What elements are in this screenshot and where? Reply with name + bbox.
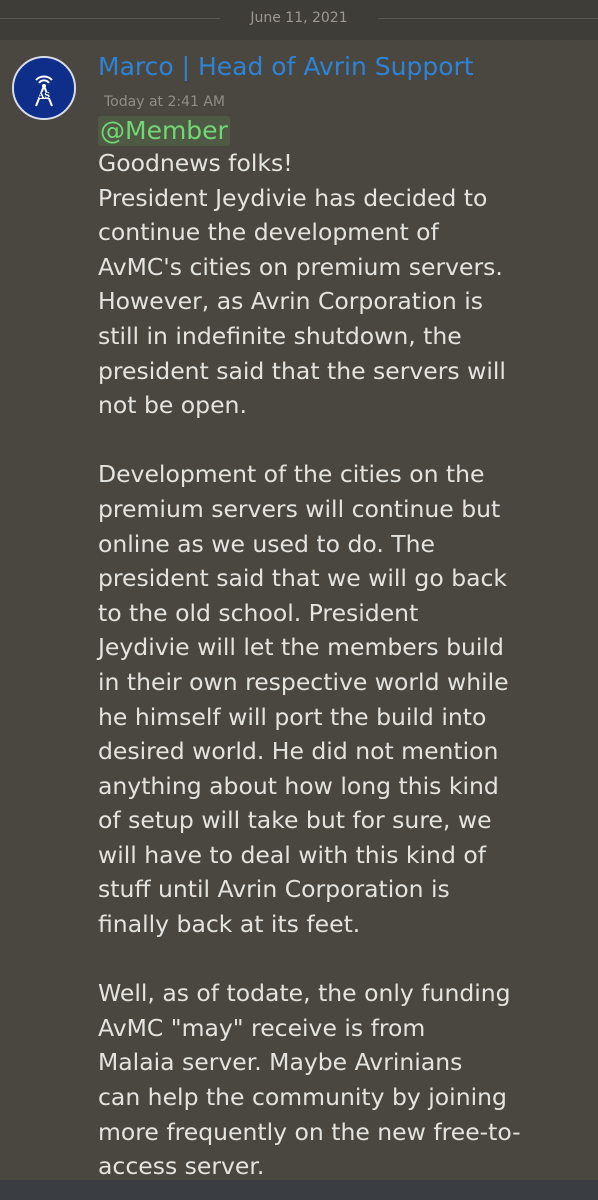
message-body: Goodnews folks! President Jeydivie has d… (98, 149, 521, 1181)
svg-text:AS: AS (37, 90, 50, 100)
date-divider-label: June 11, 2021 (250, 10, 348, 26)
author-name[interactable]: Marco | Head of Avrin Support (98, 50, 588, 84)
avatar[interactable]: AS (12, 56, 76, 120)
message-content: Marco | Head of Avrin Support Today at 2… (98, 50, 588, 1184)
member-mention[interactable]: @Member (98, 116, 230, 146)
message-timestamp[interactable]: Today at 2:41 AM (104, 92, 588, 112)
bottom-bar (0, 1180, 598, 1200)
avatar-logo-icon: AS (14, 58, 74, 118)
message[interactable]: AS Marco | Head of Avrin Support Today a… (0, 40, 598, 1180)
